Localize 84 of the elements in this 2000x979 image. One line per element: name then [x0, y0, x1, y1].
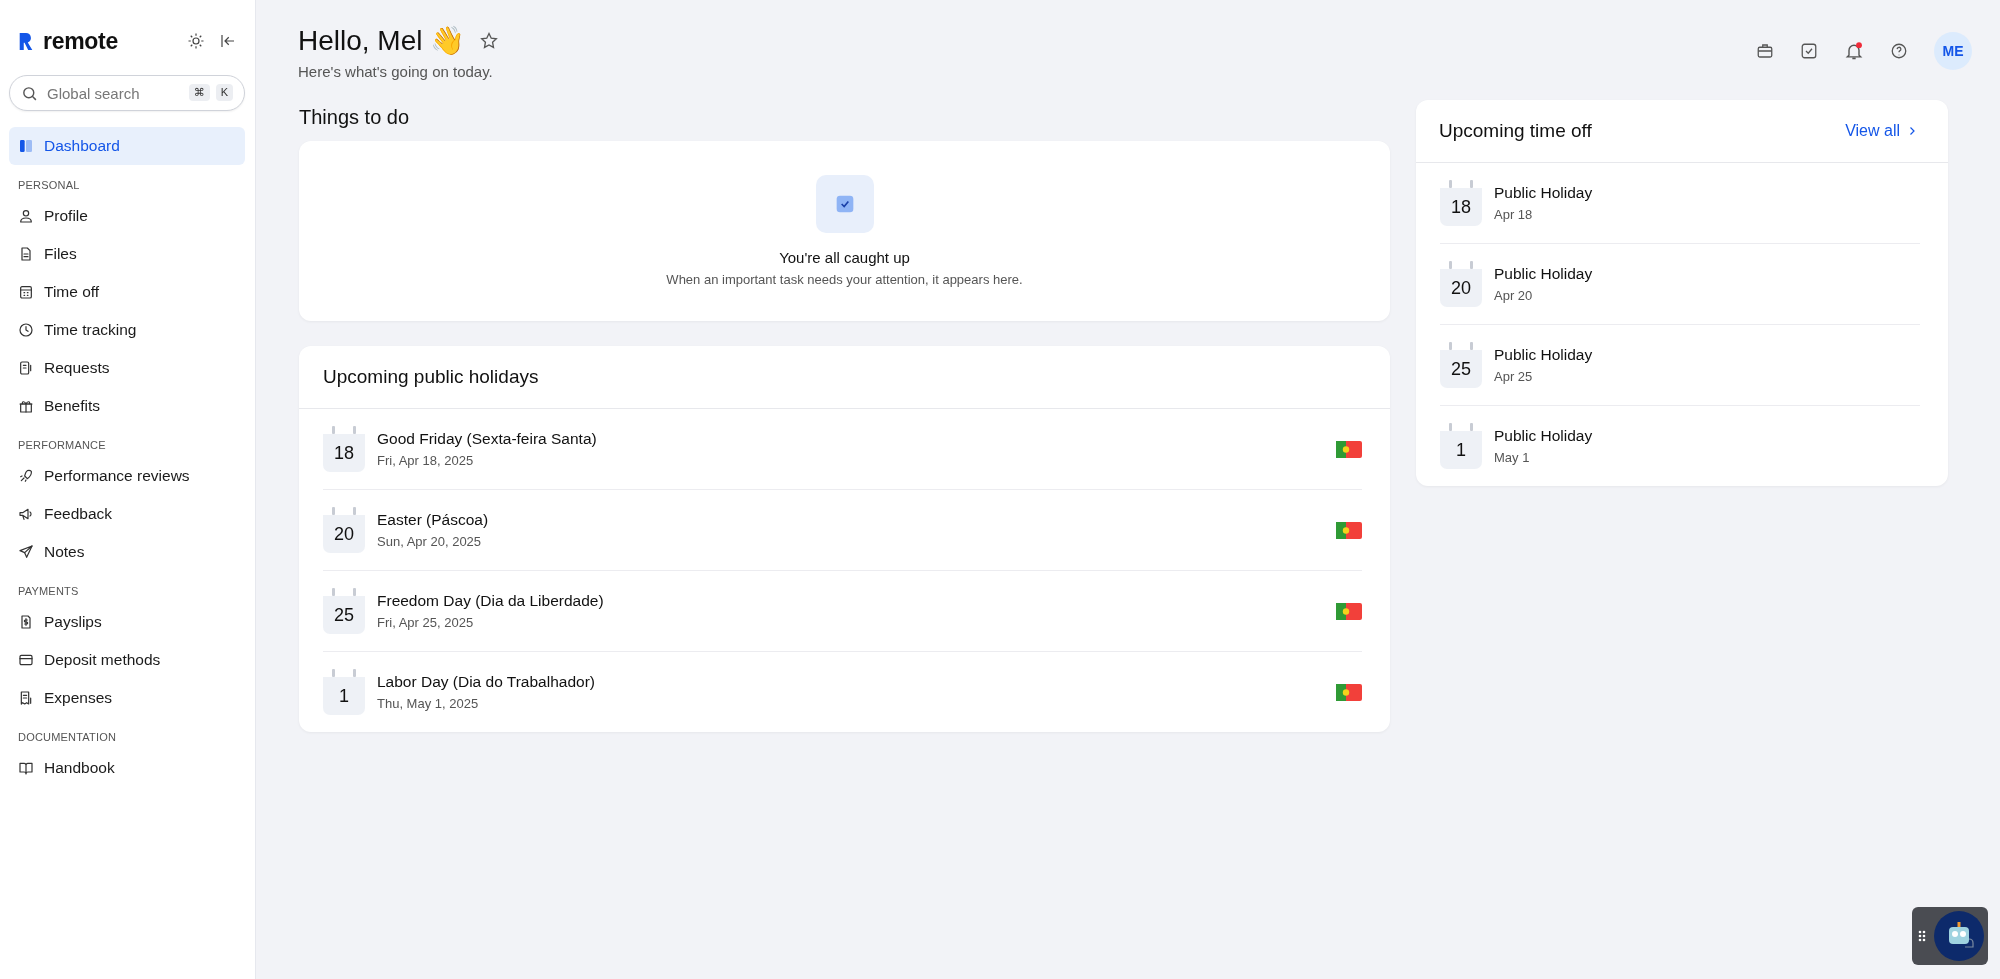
- gift-icon: [18, 398, 34, 414]
- card-title: Upcoming time off: [1439, 120, 1592, 142]
- rocket-icon: [18, 468, 34, 484]
- person-icon: [18, 208, 34, 224]
- calendar-icon: [18, 284, 34, 300]
- empty-state-title: You're all caught up: [779, 249, 910, 266]
- briefcase-icon[interactable]: [1756, 42, 1774, 60]
- nav-item[interactable]: Files: [9, 235, 245, 273]
- time-off-name: Public Holiday: [1494, 184, 1594, 202]
- holiday-date: Fri, Apr 18, 2025: [377, 453, 475, 468]
- form-icon: [18, 360, 34, 376]
- checkbox-icon[interactable]: [1800, 42, 1818, 60]
- calendar-day: 1: [323, 669, 365, 715]
- robot-icon: [1934, 911, 1984, 961]
- flag-icon: [1336, 440, 1362, 458]
- clock-icon: [18, 322, 34, 338]
- star-icon[interactable]: [479, 30, 500, 51]
- nav-item[interactable]: Performance reviews: [9, 457, 245, 495]
- calendar-day: 20: [1440, 261, 1482, 307]
- page-title: Hello, Mel 👋: [298, 24, 466, 57]
- section-title: Things to do: [299, 106, 411, 129]
- holiday-date: Sun, Apr 20, 2025: [377, 534, 483, 549]
- holiday-date: Thu, May 1, 2025: [377, 696, 480, 711]
- nav-item[interactable]: Expenses: [9, 679, 245, 717]
- nav-item[interactable]: Time off: [9, 273, 245, 311]
- book-icon: [18, 760, 34, 776]
- empty-state-text: When an important task needs your attention, it appears here.: [666, 272, 1023, 287]
- section-heading: PAYMENTS: [18, 585, 80, 597]
- search-icon: [21, 85, 38, 102]
- holiday-name: Good Friday (Sexta-feira Santa): [377, 430, 598, 448]
- nav-item[interactable]: Requests: [9, 349, 245, 387]
- megaphone-icon: [18, 506, 34, 522]
- dashboard-icon: [18, 138, 34, 154]
- calendar-day: 20: [323, 507, 365, 553]
- help-icon[interactable]: [1890, 42, 1908, 60]
- calendar-day: 18: [1440, 180, 1482, 226]
- shortcut-key: ⌘: [188, 84, 210, 101]
- nav-item[interactable]: Notes: [9, 533, 245, 571]
- time-off-name: Public Holiday: [1494, 346, 1594, 364]
- brand-name: remote: [43, 27, 118, 55]
- holiday-name: Labor Day (Dia do Trabalhador): [377, 673, 596, 691]
- receipt-icon: [18, 690, 34, 706]
- nav-item[interactable]: Feedback: [9, 495, 245, 533]
- sun-icon[interactable]: [187, 32, 205, 50]
- card-title: Upcoming public holidays: [299, 346, 1390, 409]
- time-off-date: Apr 20: [1494, 288, 1534, 303]
- page-subtitle: Here's what's going on today.: [298, 63, 494, 80]
- holiday-name: Freedom Day (Dia da Liberdade): [377, 592, 605, 610]
- nav-item[interactable]: Handbook: [9, 749, 245, 787]
- calendar-day: 25: [1440, 342, 1482, 388]
- checkbox-badge-icon: [815, 175, 874, 233]
- view-all-link[interactable]: View all: [1845, 122, 1918, 140]
- card-icon: [18, 652, 34, 668]
- collapse-icon[interactable]: [219, 32, 237, 50]
- bell-icon[interactable]: [1844, 41, 1864, 61]
- time-off-date: Apr 18: [1494, 207, 1534, 222]
- time-off-name: Public Holiday: [1494, 265, 1594, 283]
- time-off-date: May 1: [1494, 450, 1531, 465]
- calendar-day: 25: [323, 588, 365, 634]
- grip-icon: [1918, 930, 1926, 942]
- dollar-document-icon: [18, 614, 34, 630]
- user-avatar[interactable]: ME: [1934, 32, 1972, 70]
- calendar-day: 1: [1440, 423, 1482, 469]
- flag-icon: [1336, 683, 1362, 701]
- time-off-date: Apr 25: [1494, 369, 1534, 384]
- nav-item[interactable]: Profile: [9, 197, 245, 235]
- calendar-day: 18: [323, 426, 365, 472]
- nav-item[interactable]: Benefits: [9, 387, 245, 425]
- nav-item[interactable]: Time tracking: [9, 311, 245, 349]
- flag-icon: [1336, 521, 1362, 539]
- holiday-name: Easter (Páscoa): [377, 511, 490, 529]
- nav-item[interactable]: Deposit methods: [9, 641, 245, 679]
- assistant-widget[interactable]: [1912, 907, 1988, 965]
- nav-item[interactable]: Payslips: [9, 603, 245, 641]
- nav-item[interactable]: Dashboard: [9, 127, 245, 165]
- logo-icon: [17, 30, 35, 52]
- section-heading: DOCUMENTATION: [18, 731, 118, 743]
- flag-icon: [1336, 602, 1362, 620]
- section-heading: PERFORMANCE: [18, 439, 107, 451]
- time-off-name: Public Holiday: [1494, 427, 1594, 445]
- holiday-date: Fri, Apr 25, 2025: [377, 615, 475, 630]
- section-heading: PERSONAL: [18, 179, 81, 191]
- document-icon: [18, 246, 34, 262]
- send-icon: [18, 544, 34, 560]
